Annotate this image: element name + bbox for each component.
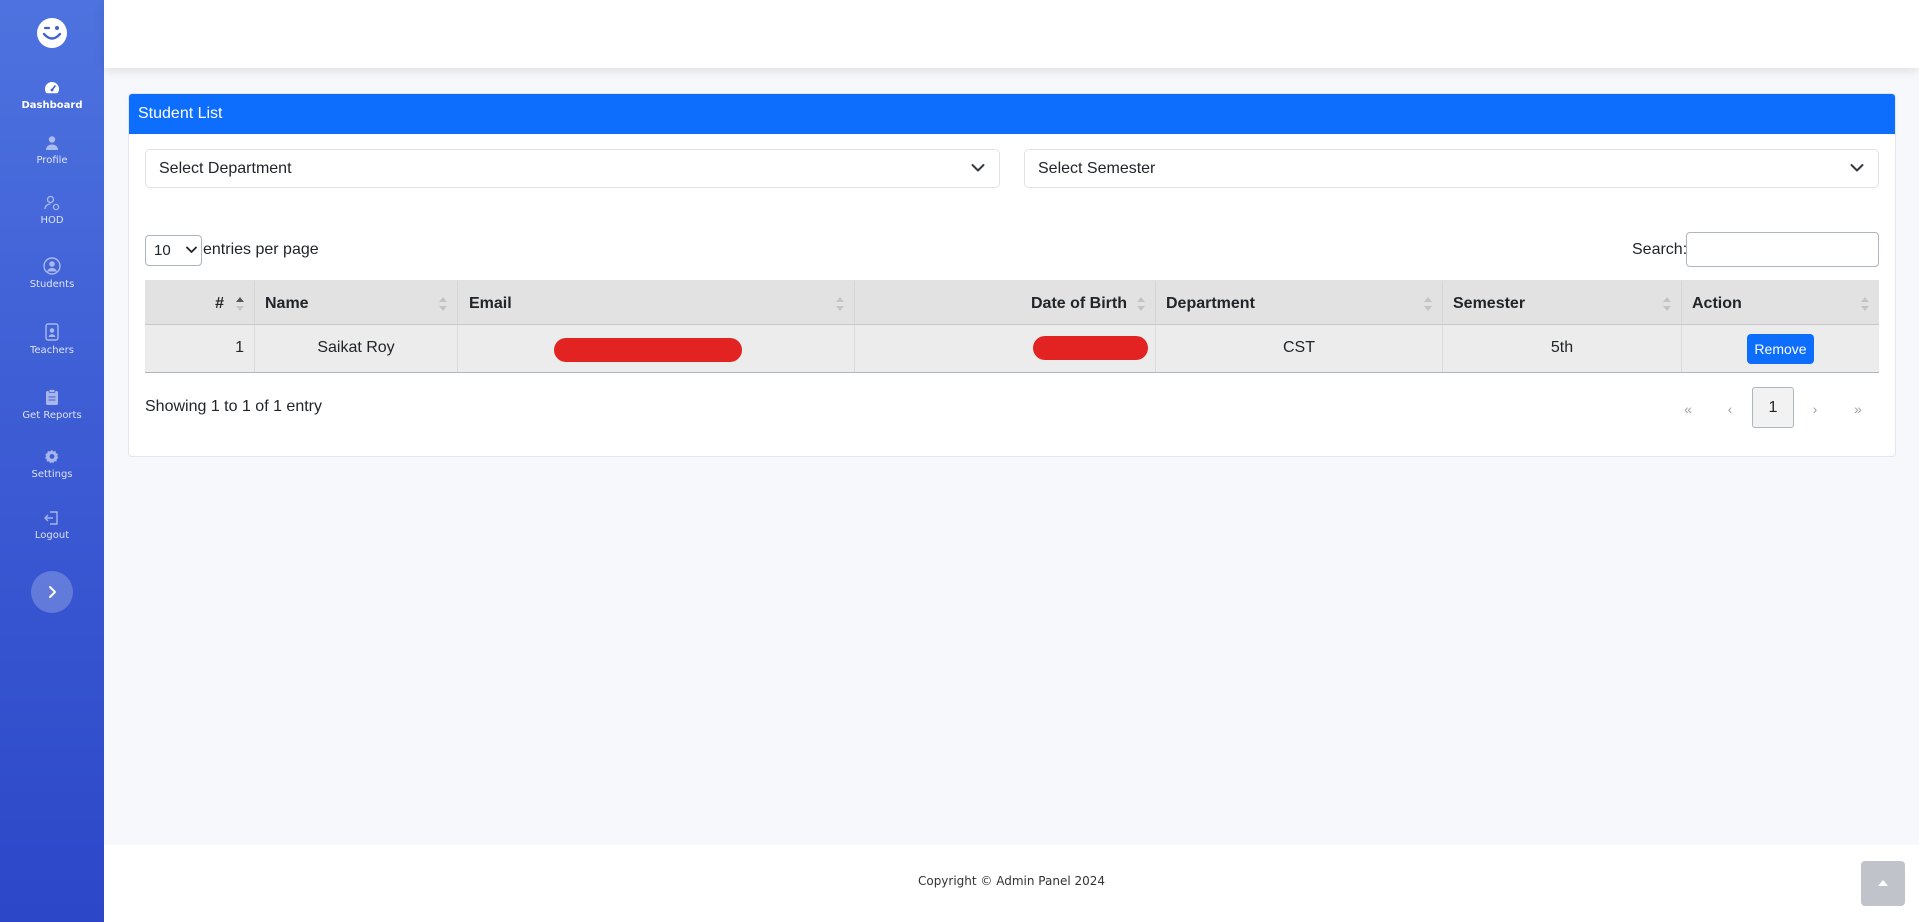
chevron-right-icon [49, 586, 56, 598]
page-1-button[interactable]: 1 [1752, 387, 1794, 428]
column-header-email[interactable]: Email [458, 281, 855, 324]
column-header-date-of-birth[interactable]: Date of Birth [855, 281, 1156, 324]
sort-icon [439, 297, 447, 311]
person-gear-icon [44, 195, 60, 211]
chevron-up-icon [1878, 880, 1888, 886]
footer: Copyright © Admin Panel 2024 [104, 845, 1919, 922]
cell-department: CST [1156, 325, 1443, 372]
next-page-button[interactable]: › [1803, 389, 1827, 429]
sidebar-item-get-reports[interactable]: Get Reports [0, 389, 104, 421]
entries-per-page-label: entries per page [203, 241, 319, 258]
sidebar-item-label: Logout [34, 530, 70, 541]
gear-icon [44, 449, 59, 464]
sort-icon [1424, 297, 1432, 311]
sidebar-item-label: Settings [31, 469, 73, 480]
cell-email [458, 325, 855, 372]
last-page-button[interactable]: » [1846, 389, 1870, 429]
sort-icon [1137, 297, 1145, 311]
column-header-semester[interactable]: Semester [1443, 281, 1682, 324]
entries-per-page-value: 10 [154, 242, 171, 259]
sort-ascending-icon [236, 297, 244, 311]
sidebar-item-settings[interactable]: Settings [0, 449, 104, 480]
entries-per-page-select[interactable]: 10 [145, 235, 202, 266]
email-redaction [554, 338, 742, 362]
sidebar-item-label: Dashboard [21, 100, 83, 111]
sidebar-item-teachers[interactable]: Teachers [0, 323, 104, 356]
logout-icon [44, 511, 58, 525]
student-list-card: Student List [128, 93, 1896, 457]
column-header-index[interactable]: # [145, 281, 255, 324]
sidebar-item-profile[interactable]: Profile [0, 135, 104, 166]
sidebar-item-label: Teachers [30, 345, 74, 356]
previous-page-button[interactable]: ‹ [1718, 389, 1742, 429]
search-input[interactable] [1686, 232, 1879, 267]
clipboard-icon [46, 389, 58, 405]
topbar [104, 0, 1919, 68]
sort-icon [1861, 297, 1869, 311]
sidebar-toggle-button[interactable] [31, 571, 73, 613]
winking-face-icon[interactable] [36, 17, 68, 49]
cell-date-of-birth [855, 325, 1156, 372]
person-circle-icon [43, 257, 61, 275]
person-icon [46, 136, 58, 150]
scroll-to-top-button[interactable] [1861, 861, 1905, 906]
sidebar-item-hod[interactable]: HOD [0, 195, 104, 226]
sidebar-item-students[interactable]: Students [0, 257, 104, 290]
table-header-row: # Name Email Date of Birth Department Se… [145, 280, 1879, 325]
sidebar-item-logout[interactable]: Logout [0, 510, 104, 541]
column-header-action[interactable]: Action [1682, 281, 1879, 324]
search-label: Search: [1632, 241, 1688, 258]
person-badge-icon [45, 323, 59, 341]
semester-select-value: Select Semester [1038, 160, 1156, 177]
sidebar-item-label: Profile [36, 155, 68, 166]
first-page-button[interactable]: « [1676, 389, 1700, 429]
card-title: Student List [129, 94, 1895, 134]
sort-icon [836, 297, 844, 311]
chevron-down-icon [186, 246, 197, 253]
column-header-department[interactable]: Department [1156, 281, 1443, 324]
department-select[interactable]: Select Department [145, 149, 1000, 188]
cell-index: 1 [145, 325, 255, 372]
sidebar: Dashboard Profile HOD Students Teachers [0, 0, 104, 922]
table-info-text: Showing 1 to 1 of 1 entry [145, 398, 322, 415]
column-header-name[interactable]: Name [255, 281, 458, 324]
sidebar-item-dashboard[interactable]: Dashboard [0, 80, 104, 111]
remove-button[interactable]: Remove [1747, 334, 1814, 364]
dob-redaction [1033, 336, 1148, 360]
chevron-down-icon [971, 164, 985, 172]
table-row: 1 Saikat Roy CST 5th [145, 325, 1879, 373]
department-select-value: Select Department [159, 160, 292, 177]
copyright-text: Copyright © Admin Panel 2024 [917, 874, 1106, 888]
cell-semester: 5th [1443, 325, 1682, 372]
sidebar-item-label: Get Reports [22, 410, 82, 421]
chevron-down-icon [1850, 164, 1864, 172]
sort-icon [1663, 297, 1671, 311]
speedometer-icon [45, 82, 59, 94]
semester-select[interactable]: Select Semester [1024, 149, 1879, 188]
sidebar-item-label: HOD [40, 215, 64, 226]
sidebar-item-label: Students [29, 279, 75, 290]
cell-name: Saikat Roy [255, 325, 458, 372]
